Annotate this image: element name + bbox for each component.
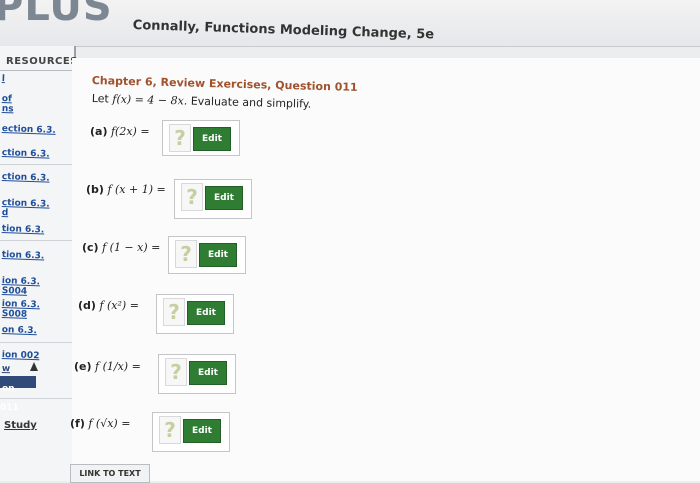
- edit-button[interactable]: Edit: [187, 301, 225, 325]
- sidebar-divider: [0, 342, 74, 343]
- sidebar-item[interactable]: of: [2, 94, 12, 104]
- edit-button[interactable]: Edit: [183, 419, 221, 443]
- sidebar-item-section[interactable]: on 6.3.: [2, 325, 37, 336]
- question-mark-icon[interactable]: ?: [165, 358, 187, 386]
- part-label: (a) f(2x) =: [90, 125, 150, 138]
- sidebar-item[interactable]: l: [2, 74, 5, 84]
- sidebar-item[interactable]: d: [2, 208, 9, 218]
- question-mark-icon[interactable]: ?: [163, 298, 185, 326]
- sidebar-divider: [0, 240, 74, 241]
- sidebar-divider: [0, 164, 74, 165]
- study-link[interactable]: Study: [4, 420, 37, 431]
- sidebar-item-section[interactable]: ction 6.3.: [2, 198, 50, 210]
- question-mark-icon[interactable]: ?: [175, 240, 197, 268]
- question-mark-icon[interactable]: ?: [181, 183, 203, 211]
- sidebar-item-section[interactable]: ection 6.3.: [2, 124, 56, 136]
- book-title: Connally, Functions Modeling Change, 5e: [132, 18, 435, 43]
- part-letter: (d): [78, 299, 96, 312]
- sidebar: RESOURCES l of ns ection 6.3. ction 6.3.…: [0, 46, 78, 481]
- answer-box: ? Edit: [174, 179, 252, 219]
- resources-divider: [0, 70, 74, 71]
- part-letter: (b): [86, 183, 104, 196]
- sidebar-item[interactable]: S004: [2, 286, 28, 297]
- answer-box: ? Edit: [168, 236, 246, 274]
- question-mark-icon[interactable]: ?: [169, 124, 191, 152]
- part-label: (b) f (x + 1) =: [86, 183, 166, 196]
- edit-button[interactable]: Edit: [205, 186, 243, 210]
- part-expression: f(2x) =: [110, 125, 150, 138]
- sidebar-item-section[interactable]: tion 6.3.: [2, 250, 45, 261]
- edit-button[interactable]: Edit: [193, 127, 231, 151]
- edit-button[interactable]: Edit: [199, 243, 237, 267]
- part-letter: (c): [82, 241, 99, 254]
- sidebar-item-section[interactable]: ction 6.3.: [2, 148, 50, 160]
- part-expression: f (√x) =: [88, 417, 131, 430]
- sidebar-item[interactable]: ns: [2, 104, 14, 114]
- sidebar-item[interactable]: w: [2, 364, 11, 374]
- question-mark-icon[interactable]: ?: [159, 416, 181, 444]
- answer-box: ? Edit: [158, 354, 236, 394]
- top-bar: PLUS Connally, Functions Modeling Change…: [0, 0, 700, 47]
- sidebar-item-active-question[interactable]: on 011: [0, 376, 36, 413]
- edit-button[interactable]: Edit: [189, 361, 227, 385]
- sidebar-item-section[interactable]: ction 6.3.: [2, 172, 50, 184]
- resources-heading: RESOURCES: [6, 56, 78, 67]
- answer-box: ? Edit: [152, 412, 230, 452]
- part-expression: f (1/x) =: [95, 360, 141, 373]
- function-definition: f(x) = 4 − 8x.: [112, 92, 188, 108]
- part-letter: (f): [70, 417, 85, 430]
- part-expression: f (1 − x) =: [102, 241, 161, 254]
- part-label: (c) f (1 − x) =: [82, 241, 160, 254]
- part-expression: f (x²) =: [99, 299, 139, 312]
- app-logo[interactable]: PLUS: [0, 0, 113, 30]
- sidebar-item-section[interactable]: tion 6.3.: [2, 224, 45, 235]
- sidebar-item-question[interactable]: ion 002: [2, 350, 40, 361]
- sidebar-divider: [0, 398, 74, 399]
- answer-box: ? Edit: [156, 294, 234, 334]
- part-expression: f (x + 1) =: [107, 183, 166, 196]
- part-label: (e) f (1/x) =: [74, 360, 141, 373]
- part-letter: (a): [90, 125, 108, 138]
- prompt-prefix: Let: [91, 92, 110, 106]
- link-to-text-button[interactable]: LINK TO TEXT: [70, 464, 150, 483]
- part-label: (d) f (x²) =: [78, 299, 139, 312]
- part-letter: (e): [74, 360, 92, 373]
- sidebar-item[interactable]: S008: [2, 309, 28, 320]
- mouse-cursor-icon: [30, 362, 38, 371]
- part-label: (f) f (√x) =: [70, 417, 130, 430]
- answer-box: ? Edit: [162, 120, 240, 156]
